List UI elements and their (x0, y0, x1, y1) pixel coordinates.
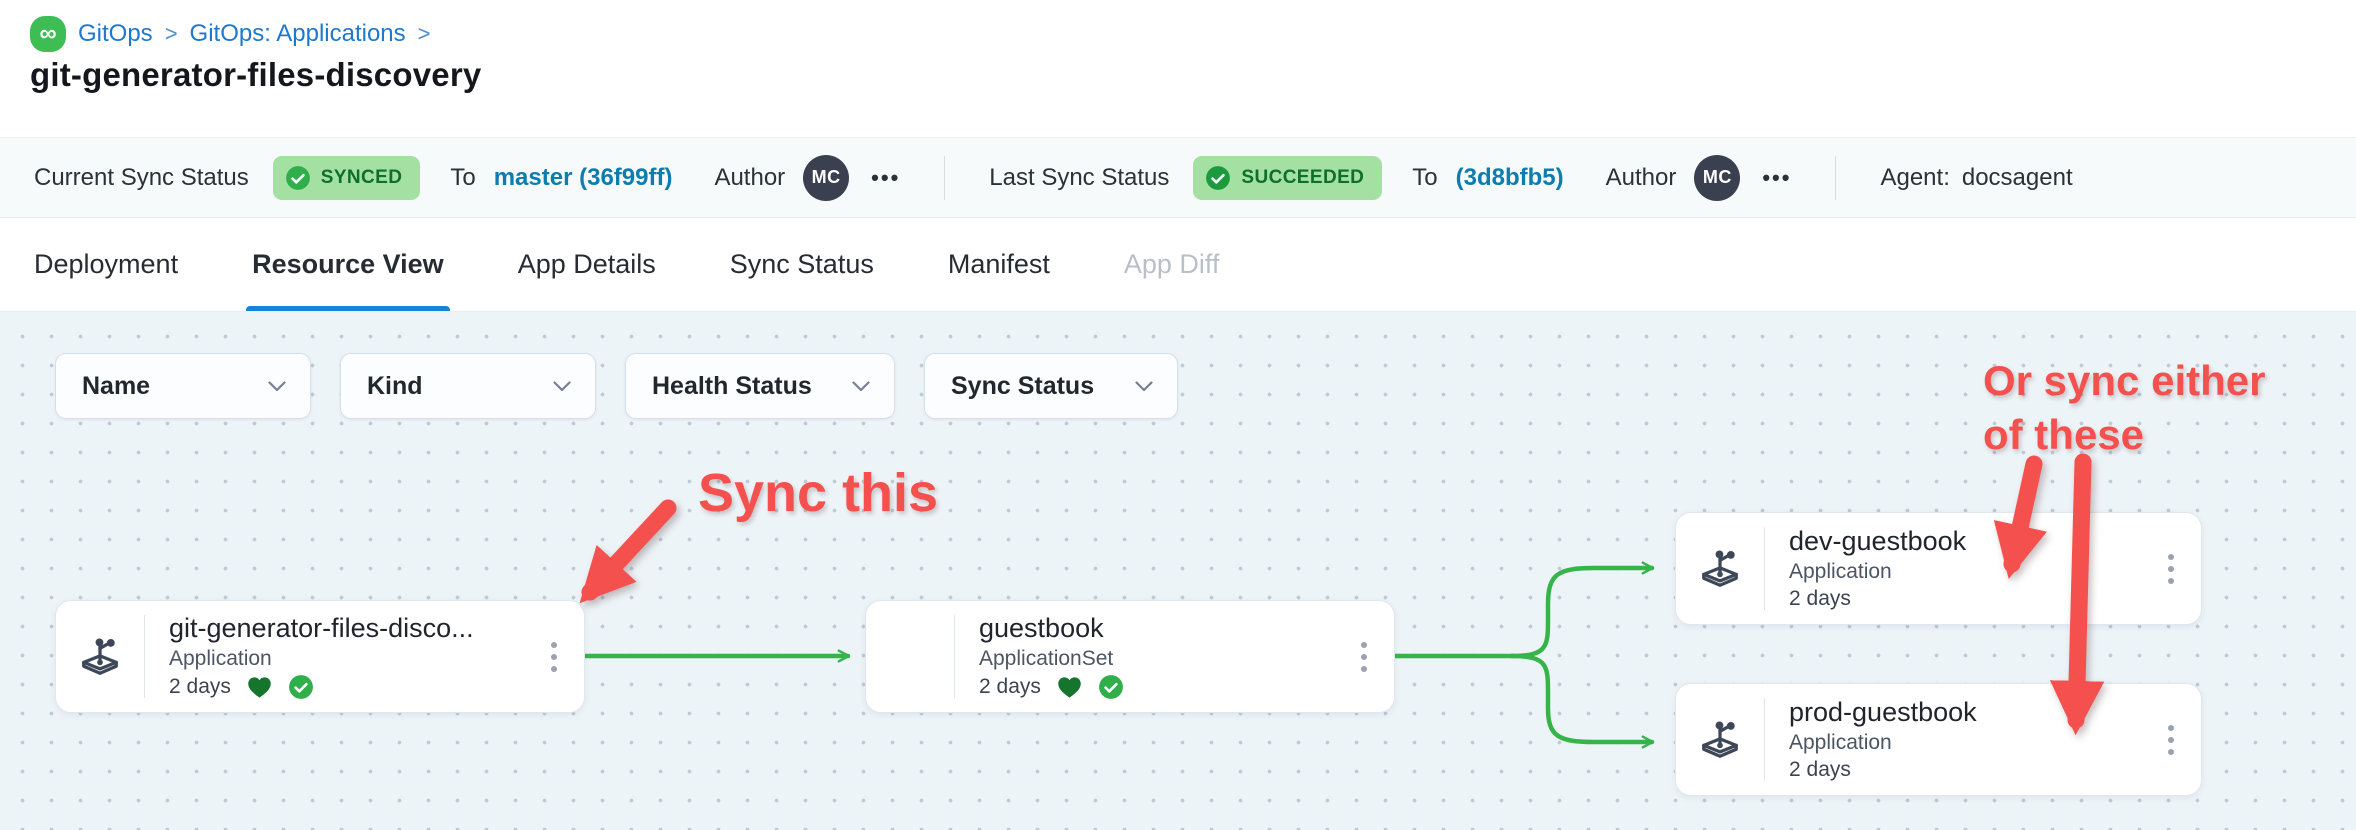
filter-label: Name (82, 372, 150, 401)
application-resource-icon (1676, 684, 1764, 795)
current-sync-status-label: Current Sync Status (34, 164, 249, 192)
synced-check-icon (1098, 674, 1124, 700)
tab-resource-view[interactable]: Resource View (252, 218, 444, 311)
breadcrumb-separator: > (418, 21, 431, 47)
active-tab-underline (246, 306, 450, 311)
node-title: dev-guestbook (1789, 526, 2141, 557)
node-menu-button[interactable] (2141, 513, 2201, 624)
application-resource-icon (56, 601, 144, 712)
divider (944, 156, 945, 200)
health-heart-icon (245, 674, 274, 701)
node-prod-guestbook[interactable]: prod-guestbook Application 2 days (1675, 683, 2202, 796)
current-revision-link[interactable]: master (36f99ff) (494, 164, 673, 192)
node-kind: Application (169, 647, 524, 671)
edge-appset-to-prod (1512, 656, 1652, 742)
to-label: To (1412, 164, 1437, 192)
tab-deployment[interactable]: Deployment (34, 218, 178, 311)
node-git-generator-files-discovery[interactable]: git-generator-files-disco... Application… (55, 600, 585, 713)
filter-kind-dropdown[interactable]: Kind (340, 353, 596, 419)
node-body: guestbook ApplicationSet 2 days (955, 601, 1334, 712)
agent-label: Agent: (1880, 164, 1949, 191)
tab-label: App Diff (1124, 249, 1220, 280)
node-kind: Application (1789, 560, 2141, 584)
check-circle-icon (1205, 165, 1231, 191)
page-header: ∞ GitOps > GitOps: Applications > git-ge… (0, 0, 2356, 137)
filter-label: Kind (367, 372, 423, 401)
tab-label: Manifest (948, 249, 1050, 280)
chevron-down-icon (852, 381, 870, 392)
node-menu-button[interactable] (524, 601, 584, 712)
node-menu-button[interactable] (2141, 684, 2201, 795)
gitops-logo-icon: ∞ (30, 16, 66, 52)
filter-health-status-dropdown[interactable]: Health Status (625, 353, 895, 419)
node-age: 2 days (1789, 758, 1851, 782)
node-age: 2 days (169, 675, 231, 699)
tab-bar: Deployment Resource View App Details Syn… (0, 218, 2356, 312)
health-heart-icon (1055, 674, 1084, 701)
tab-manifest[interactable]: Manifest (948, 218, 1050, 311)
current-badge-text: SYNCED (321, 167, 403, 189)
node-kind: Application (1789, 731, 2141, 755)
more-options-button[interactable]: ••• (1762, 165, 1791, 191)
agent-info: Agent: docsagent (1880, 164, 2072, 192)
author-label: Author (1606, 164, 1677, 192)
last-sync-status-badge: SUCCEEDED (1193, 156, 1382, 200)
node-kind: ApplicationSet (979, 647, 1334, 671)
edge-appset-to-dev (1512, 568, 1652, 656)
filter-sync-status-dropdown[interactable]: Sync Status (924, 353, 1178, 419)
last-badge-text: SUCCEEDED (1241, 167, 1364, 189)
to-label: To (450, 164, 475, 192)
graph-filter-bar: Name Kind Health Status Sync Status (55, 353, 1178, 419)
node-body: dev-guestbook Application 2 days (1765, 513, 2141, 624)
node-dev-guestbook[interactable]: dev-guestbook Application 2 days (1675, 512, 2202, 625)
current-sync-status-badge: SYNCED (273, 156, 421, 200)
tab-sync-status[interactable]: Sync Status (730, 218, 874, 311)
check-circle-icon (285, 165, 311, 191)
filter-label: Sync Status (951, 372, 1094, 401)
tab-label: Deployment (34, 249, 178, 280)
agent-value: docsagent (1962, 164, 2073, 191)
tab-label: Resource View (252, 249, 444, 280)
node-body: git-generator-files-disco... Application… (145, 601, 524, 712)
node-title: git-generator-files-disco... (169, 613, 524, 644)
resource-graph-canvas[interactable]: Name Kind Health Status Sync Status git-… (0, 312, 2356, 830)
tab-app-diff: App Diff (1124, 218, 1220, 311)
author-label: Author (714, 164, 785, 192)
application-resource-icon (1676, 513, 1764, 624)
node-title: prod-guestbook (1789, 697, 2141, 728)
node-age: 2 days (1789, 587, 1851, 611)
node-age: 2 days (979, 675, 1041, 699)
tab-label: App Details (518, 249, 656, 280)
breadcrumb-separator: > (165, 21, 178, 47)
chevron-down-icon (268, 381, 286, 392)
last-sync-status-label: Last Sync Status (989, 164, 1169, 192)
author-avatar: MC (803, 155, 849, 201)
node-title: guestbook (979, 613, 1334, 644)
author-avatar: MC (1694, 155, 1740, 201)
divider (1835, 156, 1836, 200)
node-body: prod-guestbook Application 2 days (1765, 684, 2141, 795)
sync-status-bar: Current Sync Status SYNCED To master (36… (0, 137, 2356, 218)
synced-check-icon (288, 674, 314, 700)
breadcrumb-link-gitops[interactable]: GitOps (78, 20, 153, 48)
breadcrumb-link-applications[interactable]: GitOps: Applications (190, 20, 406, 48)
last-revision-link[interactable]: (3d8bfb5) (1456, 164, 1564, 192)
chevron-down-icon (1135, 381, 1153, 392)
filter-label: Health Status (652, 372, 812, 401)
node-guestbook[interactable]: guestbook ApplicationSet 2 days (865, 600, 1395, 713)
tab-label: Sync Status (730, 249, 874, 280)
chevron-down-icon (553, 381, 571, 392)
node-icon-placeholder (866, 601, 954, 712)
node-menu-button[interactable] (1334, 601, 1394, 712)
page-title: git-generator-files-discovery (30, 56, 481, 94)
breadcrumb: ∞ GitOps > GitOps: Applications > (30, 16, 431, 52)
tab-app-details[interactable]: App Details (518, 218, 656, 311)
more-options-button[interactable]: ••• (871, 165, 900, 191)
filter-name-dropdown[interactable]: Name (55, 353, 311, 419)
